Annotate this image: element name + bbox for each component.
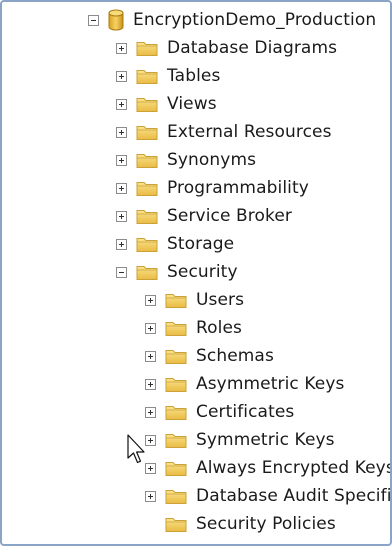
tree-node-label: Roles — [196, 318, 242, 338]
database-icon — [108, 9, 124, 31]
expand-toggle-icon[interactable] — [116, 98, 127, 110]
expand-toggle-icon[interactable] — [116, 126, 127, 138]
folder-icon — [165, 377, 187, 392]
tree-node-label: Security Policies — [196, 514, 336, 534]
expand-toggle-icon[interactable] — [116, 182, 127, 194]
tree-node-synonyms[interactable]: Synonyms — [116, 147, 256, 173]
folder-icon — [165, 489, 187, 504]
tree-node-schemas[interactable]: Schemas — [145, 343, 274, 369]
folder-icon — [165, 293, 187, 308]
folder-icon — [165, 321, 187, 336]
tree-node-label: Synonyms — [167, 150, 257, 170]
tree-node-label: Symmetric Keys — [196, 430, 335, 450]
expand-toggle-icon[interactable] — [145, 350, 156, 362]
object-explorer-panel: EncryptionDemo_Production Database Diagr… — [0, 0, 392, 546]
expand-toggle-icon[interactable] — [145, 294, 156, 306]
folder-icon — [165, 405, 187, 420]
expand-toggle-icon[interactable] — [116, 210, 127, 222]
expand-toggle-icon[interactable] — [145, 490, 156, 502]
tree-node-roles[interactable]: Roles — [145, 315, 242, 341]
tree-node-label: Database Audit Specific — [196, 486, 392, 506]
tree-node-database-diagrams[interactable]: Database Diagrams — [116, 35, 337, 61]
tree-node-label: Storage — [167, 234, 235, 254]
tree-node-service-broker[interactable]: Service Broker — [116, 203, 292, 229]
tree-node-security[interactable]: Security — [116, 259, 238, 285]
tree-node-views[interactable]: Views — [116, 91, 217, 117]
folder-icon — [136, 125, 158, 140]
expand-toggle-icon[interactable] — [116, 154, 127, 166]
collapse-toggle-icon[interactable] — [88, 14, 99, 26]
tree-node-label: Asymmetric Keys — [196, 374, 345, 394]
tree-node-label: Tables — [167, 66, 221, 86]
tree-node-label: External Resources — [167, 122, 332, 142]
tree-node-label: Schemas — [196, 346, 274, 366]
tree-node-always-encrypted-keys[interactable]: Always Encrypted Keys — [145, 455, 392, 481]
folder-icon — [136, 209, 158, 224]
folder-icon — [136, 41, 158, 56]
tree-node-asymmetric-keys[interactable]: Asymmetric Keys — [145, 371, 344, 397]
folder-icon — [165, 349, 187, 364]
tree-node-security-policies[interactable]: Security Policies — [145, 511, 336, 537]
tree-node-programmability[interactable]: Programmability — [116, 175, 309, 201]
folder-icon — [136, 237, 158, 252]
folder-icon — [165, 461, 187, 476]
tree-node-external-resources[interactable]: External Resources — [116, 119, 332, 145]
tree-node-tables[interactable]: Tables — [116, 63, 220, 89]
tree-node-storage[interactable]: Storage — [116, 231, 234, 257]
tree-node-label: Certificates — [196, 402, 295, 422]
tree-node-database-audit-specifications[interactable]: Database Audit Specific — [145, 483, 392, 509]
tree-node-label: Database Diagrams — [167, 38, 338, 58]
expand-toggle-icon[interactable] — [145, 378, 156, 390]
folder-icon — [136, 181, 158, 196]
tree-node-label: Views — [167, 94, 217, 114]
tree-node-users[interactable]: Users — [145, 287, 244, 313]
expand-toggle-icon[interactable] — [116, 42, 127, 54]
tree-node-label: Always Encrypted Keys — [196, 458, 392, 478]
folder-icon — [136, 153, 158, 168]
collapse-toggle-icon[interactable] — [116, 266, 127, 278]
folder-icon — [136, 265, 158, 280]
tree-node-label: Service Broker — [167, 206, 292, 226]
object-explorer-tree: EncryptionDemo_Production Database Diagr… — [2, 2, 390, 544]
tree-node-label: Programmability — [167, 178, 309, 198]
folder-icon — [165, 433, 187, 448]
folder-icon — [136, 69, 158, 84]
tree-node-label: EncryptionDemo_Production — [133, 10, 377, 30]
mouse-cursor-icon — [127, 434, 145, 464]
expand-toggle-icon[interactable] — [116, 70, 127, 82]
tree-node-certificates[interactable]: Certificates — [145, 399, 294, 425]
expand-toggle-icon[interactable] — [145, 406, 156, 418]
tree-node-symmetric-keys[interactable]: Symmetric Keys — [145, 427, 335, 453]
tree-node-database-root[interactable]: EncryptionDemo_Production — [88, 7, 376, 33]
expand-toggle-icon[interactable] — [116, 238, 127, 250]
folder-icon — [136, 97, 158, 112]
expand-toggle-icon[interactable] — [145, 322, 156, 334]
tree-node-label: Users — [196, 290, 245, 310]
tree-node-label: Security — [167, 262, 238, 282]
folder-icon — [165, 517, 187, 532]
